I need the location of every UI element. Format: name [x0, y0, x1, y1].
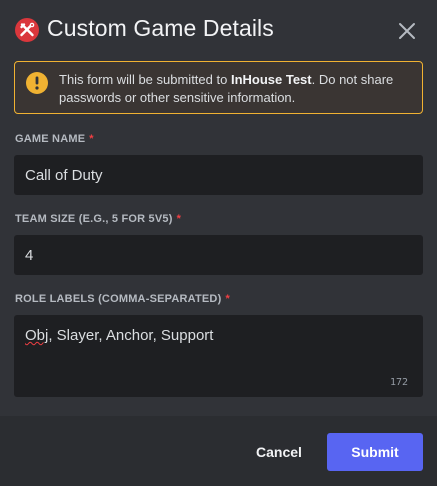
game-name-input[interactable]: Call of Duty [14, 155, 423, 195]
misspelled-word: Obj [25, 327, 49, 344]
privacy-notice: This form will be submitted to InHouse T… [14, 61, 423, 114]
required-marker: * [89, 133, 94, 145]
team-size-label-text: TEAM SIZE (E.G., 5 FOR 5V5) [15, 213, 173, 225]
character-counter: 172 [389, 377, 408, 388]
custom-game-modal: Custom Game Details This form will be su… [0, 0, 437, 486]
game-name-label-text: GAME NAME [15, 133, 86, 145]
close-icon[interactable] [397, 21, 417, 41]
modal-header: Custom Game Details [0, 0, 437, 60]
team-size-value: 4 [25, 247, 34, 264]
notice-text-before: This form will be submitted to [59, 72, 231, 87]
role-labels-value-rest: , Slayer, Anchor, Support [48, 327, 214, 344]
submit-button[interactable]: Submit [327, 433, 423, 471]
team-size-input[interactable]: 4 [14, 235, 423, 275]
role-labels-value: Obj, Slayer, Anchor, Support [25, 327, 213, 344]
role-labels-textarea[interactable]: Obj, Slayer, Anchor, Support 172 [14, 315, 423, 397]
role-labels-label-text: ROLE LABELS (COMMA-SEPARATED) [15, 293, 222, 305]
notice-text: This form will be submitted to InHouse T… [59, 71, 415, 107]
required-marker: * [225, 293, 230, 305]
cancel-button[interactable]: Cancel [244, 433, 314, 471]
game-name-label: GAME NAME * [15, 133, 94, 145]
crossed-tools-icon [15, 18, 39, 42]
game-name-value: Call of Duty [25, 167, 103, 184]
modal-footer: Cancel Submit [0, 416, 437, 486]
warning-icon [26, 72, 48, 94]
role-labels-label: ROLE LABELS (COMMA-SEPARATED) * [15, 293, 230, 305]
team-size-label: TEAM SIZE (E.G., 5 FOR 5V5) * [15, 213, 181, 225]
modal-title: Custom Game Details [47, 15, 274, 41]
notice-server-name: InHouse Test [230, 72, 312, 87]
required-marker: * [176, 213, 182, 225]
